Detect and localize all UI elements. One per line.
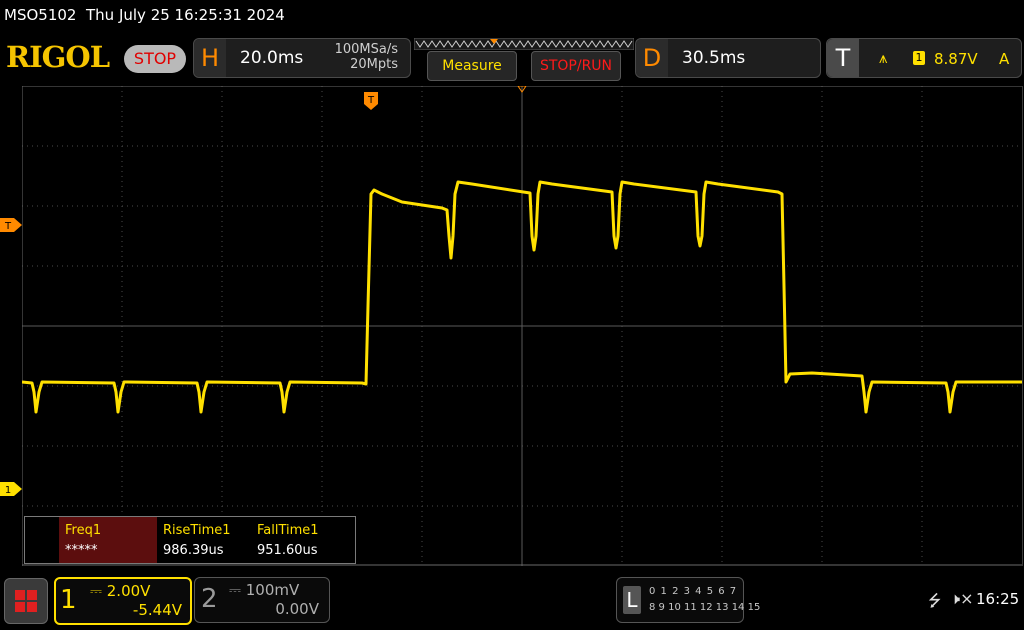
dc-coupling-icon: ⎓ [229, 581, 241, 599]
measurement-value: 986.39us [163, 543, 224, 558]
ch1-offset-label: 1 [5, 485, 11, 496]
measurement-name: RiseTime1 [163, 523, 231, 538]
measurement-item[interactable]: FallTime1 951.60us [251, 517, 355, 563]
measurement-value: ***** [65, 543, 98, 558]
measurement-name: FallTime1 [257, 523, 319, 538]
title-bar: MSO5102 Thu July 25 16:25:31 2024 [4, 6, 285, 24]
delay-letter: D [636, 39, 668, 77]
ch1-offset-marker[interactable]: 1 [0, 482, 22, 496]
channel-2-scale: ⎓ 100mV [229, 581, 299, 599]
trigger-position-marker[interactable]: T [364, 92, 378, 110]
measure-button[interactable]: Measure [427, 51, 517, 81]
channel-2-number: 2 [201, 584, 218, 614]
memory-depth: 20Mpts [350, 57, 398, 72]
trigger-level: 8.87V [934, 50, 978, 68]
stop-run-button[interactable]: STOP/RUN [531, 51, 621, 81]
channel-1-number: 1 [60, 585, 77, 615]
dc-coupling-icon: ⎓ [90, 582, 102, 600]
trigger-letter: T [827, 39, 859, 77]
channel-1-panel[interactable]: 1 ⎓ 2.00V -5.44V [54, 577, 192, 625]
graticule-axes [22, 86, 1022, 566]
trigger-level-label: T [4, 221, 12, 232]
measurement-value: 951.60us [257, 543, 318, 558]
delay-value: 30.5ms [682, 48, 746, 68]
datetime: Thu July 25 16:25:31 2024 [86, 6, 285, 24]
channel-1-scale: ⎓ 2.00V [90, 582, 150, 600]
measurement-item[interactable]: RiseTime1 986.39us [157, 517, 251, 563]
model-name: MSO5102 [4, 6, 77, 24]
usb-icon: ⭍ [928, 591, 942, 610]
trigger-level-marker[interactable]: T [0, 218, 22, 232]
channel-1-offset: -5.44V [132, 601, 182, 619]
logic-letter: L [623, 586, 641, 614]
horizontal-letter: H [194, 39, 226, 77]
speaker-muted-icon[interactable]: 🕨× [950, 589, 974, 609]
channel-2-scale-value: 100mV [245, 581, 300, 599]
trigger-mode: A [999, 50, 1010, 68]
trigger-panel[interactable]: T ⩚ 1 8.87V A [826, 38, 1022, 78]
channel-2-offset: 0.00V [275, 600, 319, 618]
delay-panel[interactable]: D 30.5ms [635, 38, 821, 78]
logic-channels-low: 0 1 2 3 4 5 6 7 [649, 586, 738, 597]
sample-rate: 100MSa/s [334, 42, 398, 57]
brand-logo: RIGOL [6, 40, 110, 74]
measurement-table[interactable]: Freq1 ***** RiseTime1 986.39us FallTime1… [24, 516, 356, 564]
trigger-source: 1 [913, 51, 925, 65]
home-grid-icon[interactable] [4, 578, 48, 624]
trigger-position-label: T [367, 95, 375, 106]
measurement-name: Freq1 [65, 523, 102, 538]
waveform-display[interactable] [22, 86, 1023, 566]
run-state-badge[interactable]: STOP [124, 45, 186, 73]
memory-position-bar [414, 38, 634, 50]
channel-1-scale-value: 2.00V [106, 582, 151, 600]
measurement-item[interactable]: Freq1 ***** [59, 517, 157, 563]
channel-2-panel[interactable]: 2 ⎓ 100mV 0.00V [194, 577, 330, 623]
rising-edge-icon: ⩚ [879, 49, 888, 67]
clock: 16:25 [976, 590, 1020, 608]
timebase-value: 20.0ms [240, 48, 304, 68]
logic-analyzer-panel[interactable]: L 0 1 2 3 4 5 6 7 8 9 10 11 12 13 14 15 [616, 577, 760, 623]
horizontal-panel[interactable]: H 20.0ms 100MSa/s 20Mpts [193, 38, 411, 78]
logic-channels-high: 8 9 10 11 12 13 14 15 [649, 602, 761, 613]
